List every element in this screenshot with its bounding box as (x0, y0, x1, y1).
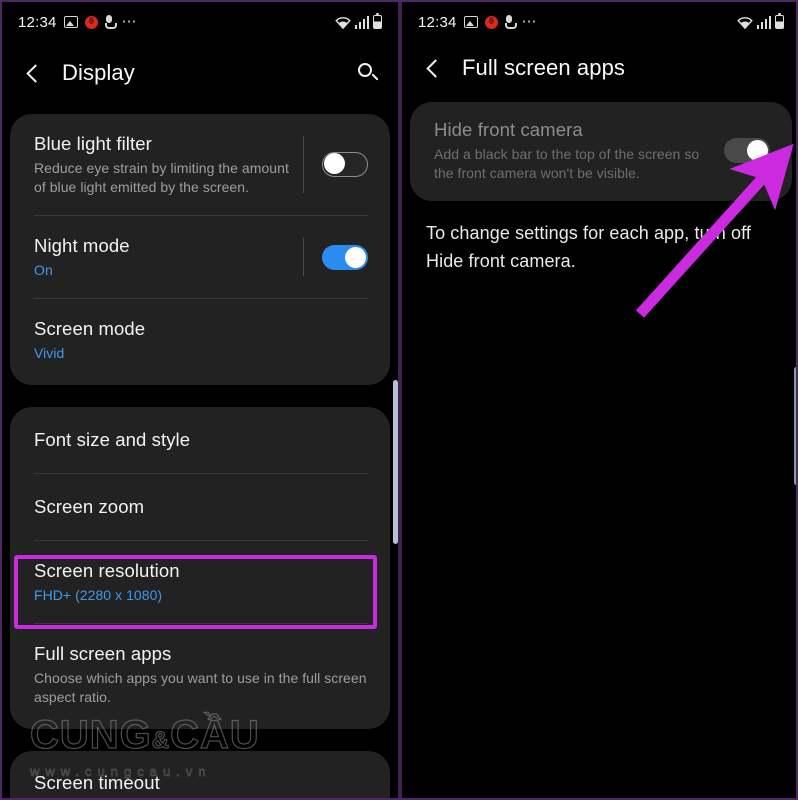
scrollbar-thumb-right[interactable] (794, 367, 796, 485)
row-subtitle: On (34, 262, 53, 278)
row-hide-front-camera[interactable]: Hide front camera Add a black bar to the… (410, 102, 792, 201)
row-texts: Full screen apps Choose which apps you w… (34, 642, 368, 707)
left-phone-screen: 12:34 ⋯ Display Blue light filter Reduce… (2, 2, 398, 798)
back-icon[interactable] (24, 64, 42, 82)
status-bar-left: 12:34 ⋯ (2, 2, 398, 42)
row-subtitle: Add a black bar to the top of the screen… (434, 146, 700, 181)
more-dots-icon: ⋯ (521, 13, 539, 30)
right-phone-screen: 12:34 ⋯ Full screen apps Hide front came… (402, 2, 796, 798)
status-bar-left-group: 12:34 ⋯ (418, 14, 538, 31)
page-title: Display (62, 60, 135, 85)
row-subtitle: Choose which apps you want to use in the… (34, 670, 367, 705)
row-title: Full screen apps (34, 643, 172, 664)
hide-front-camera-note: To change settings for each app, turn of… (426, 223, 751, 271)
page-title: Full screen apps (462, 55, 626, 80)
microphone-icon (104, 15, 117, 29)
more-dots-icon: ⋯ (121, 13, 139, 30)
cellular-signal-icon (354, 16, 369, 29)
status-bar-clock: 12:34 (18, 13, 57, 31)
red-app-icon (484, 15, 498, 29)
red-app-icon (84, 15, 98, 29)
settings-card-display-modes: Blue light filter Reduce eye strain by l… (10, 114, 390, 385)
settings-card-screen-timeout: Screen timeout After 2 minutes of inacti… (10, 751, 390, 798)
settings-card-screen-options: Font size and style Screen zoom Screen r… (10, 407, 390, 729)
toggle-night-mode[interactable] (322, 244, 368, 270)
row-subtitle: Reduce eye strain by limiting the amount… (34, 160, 289, 195)
row-title: Hide front camera (434, 119, 583, 140)
row-texts: Screen resolution FHD+ (2280 x 1080) (34, 559, 368, 605)
row-texts: Screen mode Vivid (34, 317, 368, 363)
row-font-size-and-style[interactable]: Font size and style (10, 407, 390, 473)
status-bar-left-group: 12:34 ⋯ (18, 14, 138, 31)
row-subtitle: FHD+ (2280 x 1080) (34, 587, 163, 603)
row-screen-mode[interactable]: Screen mode Vivid (10, 299, 390, 385)
row-texts: Night mode On (34, 234, 295, 280)
row-title: Screen mode (34, 318, 146, 339)
toggle-blue-light-filter[interactable] (322, 152, 368, 177)
photo-icon (463, 16, 478, 28)
toggle-hide-front-camera[interactable] (724, 138, 770, 163)
row-screen-zoom[interactable]: Screen zoom (10, 474, 390, 540)
back-icon[interactable] (424, 59, 442, 77)
row-title: Night mode (34, 235, 130, 256)
photo-icon (63, 16, 78, 28)
status-bar-right-group (334, 12, 382, 29)
display-settings-list: Blue light filter Reduce eye strain by l… (2, 114, 398, 798)
full-screen-apps-content: Hide front camera Add a black bar to the… (402, 102, 796, 798)
toggle-knob (345, 246, 366, 268)
row-night-mode[interactable]: Night mode On (10, 216, 390, 298)
row-subtitle: Vivid (34, 345, 65, 361)
row-screen-resolution[interactable]: Screen resolution FHD+ (2280 x 1080) (10, 541, 390, 623)
row-title: Screen resolution (34, 560, 180, 581)
row-title: Blue light filter (34, 133, 152, 154)
row-texts: Screen timeout After 2 minutes of inacti… (34, 771, 368, 798)
row-blue-light-filter[interactable]: Blue light filter Reduce eye strain by l… (10, 114, 390, 215)
row-title: Font size and style (34, 429, 191, 450)
status-bar-clock: 12:34 (418, 13, 457, 31)
battery-icon (373, 12, 382, 29)
toggle-separator (303, 136, 304, 193)
status-bar-right: 12:34 ⋯ (402, 2, 796, 42)
row-screen-timeout[interactable]: Screen timeout After 2 minutes of inacti… (10, 751, 390, 798)
screenshot-root: 12:34 ⋯ Display Blue light filter Reduce… (0, 0, 798, 800)
row-texts: Screen zoom (34, 495, 368, 519)
battery-icon (775, 12, 784, 29)
row-texts: Hide front camera Add a black bar to the… (434, 118, 710, 183)
row-texts: Font size and style (34, 428, 368, 452)
toggle-knob (324, 153, 345, 175)
row-title: Screen timeout (34, 772, 160, 793)
row-full-screen-apps[interactable]: Full screen apps Choose which apps you w… (10, 624, 390, 729)
settings-card-hide-front-camera: Hide front camera Add a black bar to the… (410, 102, 792, 201)
cellular-signal-icon (756, 16, 771, 29)
toggle-separator (303, 238, 304, 276)
wifi-icon (736, 17, 753, 29)
row-title: Screen zoom (34, 496, 145, 517)
wifi-icon (334, 17, 351, 29)
microphone-icon (504, 15, 517, 29)
toggle-knob (747, 140, 768, 161)
search-icon[interactable] (356, 61, 380, 85)
app-bar-full-screen-apps: Full screen apps (402, 42, 796, 94)
row-texts: Blue light filter Reduce eye strain by l… (34, 132, 295, 197)
app-bar-display: Display (2, 46, 398, 100)
status-bar-right-group (736, 12, 784, 29)
